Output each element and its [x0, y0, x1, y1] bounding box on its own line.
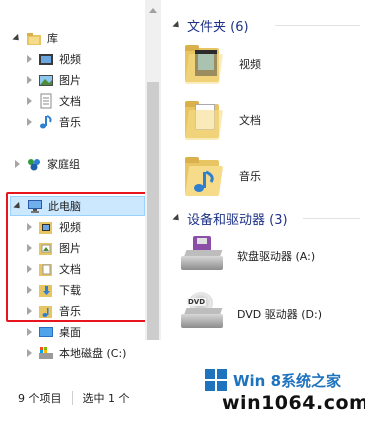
pictures-icon: [38, 72, 54, 88]
collapse-arrow-icon[interactable]: [24, 222, 34, 232]
videos-folder-icon: [38, 219, 54, 235]
collapse-arrow-icon[interactable]: [24, 243, 34, 253]
group-divider: [303, 218, 360, 219]
nav-item-music[interactable]: 音乐: [24, 112, 81, 132]
tile-label: 音乐: [239, 170, 261, 183]
group-collapse-icon[interactable]: [172, 213, 182, 224]
folders-header-label: 文件夹 (6): [187, 20, 249, 35]
collapse-arrow-icon[interactable]: [24, 285, 34, 295]
nav-item-pc-pictures[interactable]: 图片: [24, 238, 81, 258]
expand-arrow-icon[interactable]: [13, 201, 23, 211]
local-disk-icon: [38, 345, 54, 361]
devices-header-label: 设备和驱动器 (3): [187, 213, 288, 228]
dvd-drive-icon: DVD: [179, 290, 227, 338]
nav-item-pc-videos[interactable]: 视频: [24, 217, 81, 237]
downloads-folder-icon: [38, 282, 54, 298]
nav-item-label: 视频: [59, 53, 81, 66]
collapse-arrow-icon[interactable]: [24, 96, 34, 106]
nav-item-label: 此电脑: [48, 200, 81, 213]
nav-item-label: 家庭组: [47, 158, 80, 171]
expand-arrow-icon[interactable]: [12, 33, 22, 43]
device-tile-dvd[interactable]: DVD DVD 驱动器 (D:): [179, 290, 322, 338]
collapse-arrow-icon[interactable]: [24, 54, 34, 64]
nav-scrollbar[interactable]: [145, 0, 161, 340]
tile-label: DVD 驱动器 (D:): [237, 308, 323, 321]
watermark-top-text: Win 8系统之家: [233, 371, 342, 390]
nav-item-label: 图片: [59, 74, 81, 87]
nav-item-label: 桌面: [59, 326, 81, 339]
nav-item-label: 文档: [59, 95, 81, 108]
nav-item-homegroup[interactable]: 家庭组: [12, 154, 80, 174]
desktop-folder-icon: [38, 324, 54, 340]
nav-item-label: 音乐: [59, 305, 81, 318]
devices-group-header[interactable]: 设备和驱动器 (3): [172, 209, 288, 228]
group-divider: [275, 25, 360, 26]
folders-group-header[interactable]: 文件夹 (6): [172, 16, 249, 35]
collapse-arrow-icon[interactable]: [24, 264, 34, 274]
watermark-bottom-text: win1064.com: [218, 392, 365, 414]
navigation-pane: 库 视频 图片 文档 音乐 家庭组 此电脑 视频 图片 文档 下载 音乐 桌面 …: [0, 0, 161, 372]
nav-item-label: 音乐: [59, 116, 81, 129]
nav-item-label: 本地磁盘 (C:): [59, 347, 127, 360]
nav-item-local-disk[interactable]: 本地磁盘 (C:): [24, 343, 126, 363]
status-separator: [71, 391, 73, 405]
watermark-top: Win 8系统之家: [205, 368, 365, 392]
nav-item-label: 库: [47, 32, 58, 45]
pictures-folder-icon: [38, 240, 54, 256]
tile-label: 软盘驱动器 (A:): [237, 250, 316, 263]
videos-icon: [38, 51, 54, 67]
music-folder-icon: [38, 303, 54, 319]
windows-logo-icon: [205, 369, 227, 391]
tile-label: 文档: [239, 114, 261, 127]
homegroup-icon: [26, 156, 42, 172]
nav-item-pc-music[interactable]: 音乐: [24, 301, 81, 321]
nav-item-libraries[interactable]: 库: [12, 28, 58, 48]
collapse-arrow-icon[interactable]: [24, 117, 34, 127]
collapse-arrow-icon[interactable]: [24, 75, 34, 85]
documents-folder-icon: [38, 261, 54, 277]
scroll-thumb[interactable]: [147, 82, 159, 340]
item-count: 9 个项目: [18, 392, 62, 405]
documents-icon: [38, 93, 54, 109]
group-collapse-icon[interactable]: [172, 20, 182, 31]
nav-item-label: 图片: [59, 242, 81, 255]
folder-tile-music[interactable]: 音乐: [181, 152, 261, 200]
nav-item-documents[interactable]: 文档: [24, 91, 81, 111]
scroll-up-icon[interactable]: [149, 8, 157, 13]
nav-item-label: 文档: [59, 263, 81, 276]
floppy-drive-icon: [179, 232, 227, 280]
collapse-arrow-icon[interactable]: [24, 327, 34, 337]
collapse-arrow-icon[interactable]: [12, 159, 22, 169]
music-folder-icon: [181, 152, 229, 200]
videos-folder-icon: [181, 40, 229, 88]
folder-tile-documents[interactable]: 文档: [181, 96, 261, 144]
nav-item-pc-desktop[interactable]: 桌面: [24, 322, 81, 342]
selection-count: 选中 1 个: [82, 392, 130, 405]
nav-item-pc-documents[interactable]: 文档: [24, 259, 81, 279]
collapse-arrow-icon[interactable]: [24, 306, 34, 316]
nav-item-this-pc[interactable]: 此电脑: [10, 196, 145, 216]
music-icon: [38, 114, 54, 130]
nav-item-label: 视频: [59, 221, 81, 234]
nav-item-pictures[interactable]: 图片: [24, 70, 81, 90]
nav-item-label: 下载: [59, 284, 81, 297]
documents-folder-icon: [181, 96, 229, 144]
this-pc-icon: [27, 198, 43, 214]
device-tile-floppy[interactable]: 软盘驱动器 (A:): [179, 232, 315, 280]
nav-item-pc-downloads[interactable]: 下载: [24, 280, 81, 300]
tile-label: 视频: [239, 58, 261, 71]
folder-tile-videos[interactable]: 视频: [181, 40, 261, 88]
collapse-arrow-icon[interactable]: [24, 348, 34, 358]
content-pane: 文件夹 (6) 视频 文档 音乐 设备和驱动器 (3) 软盘驱动器 (A:) D…: [165, 0, 365, 372]
nav-item-videos[interactable]: 视频: [24, 49, 81, 69]
library-icon: [26, 30, 42, 46]
